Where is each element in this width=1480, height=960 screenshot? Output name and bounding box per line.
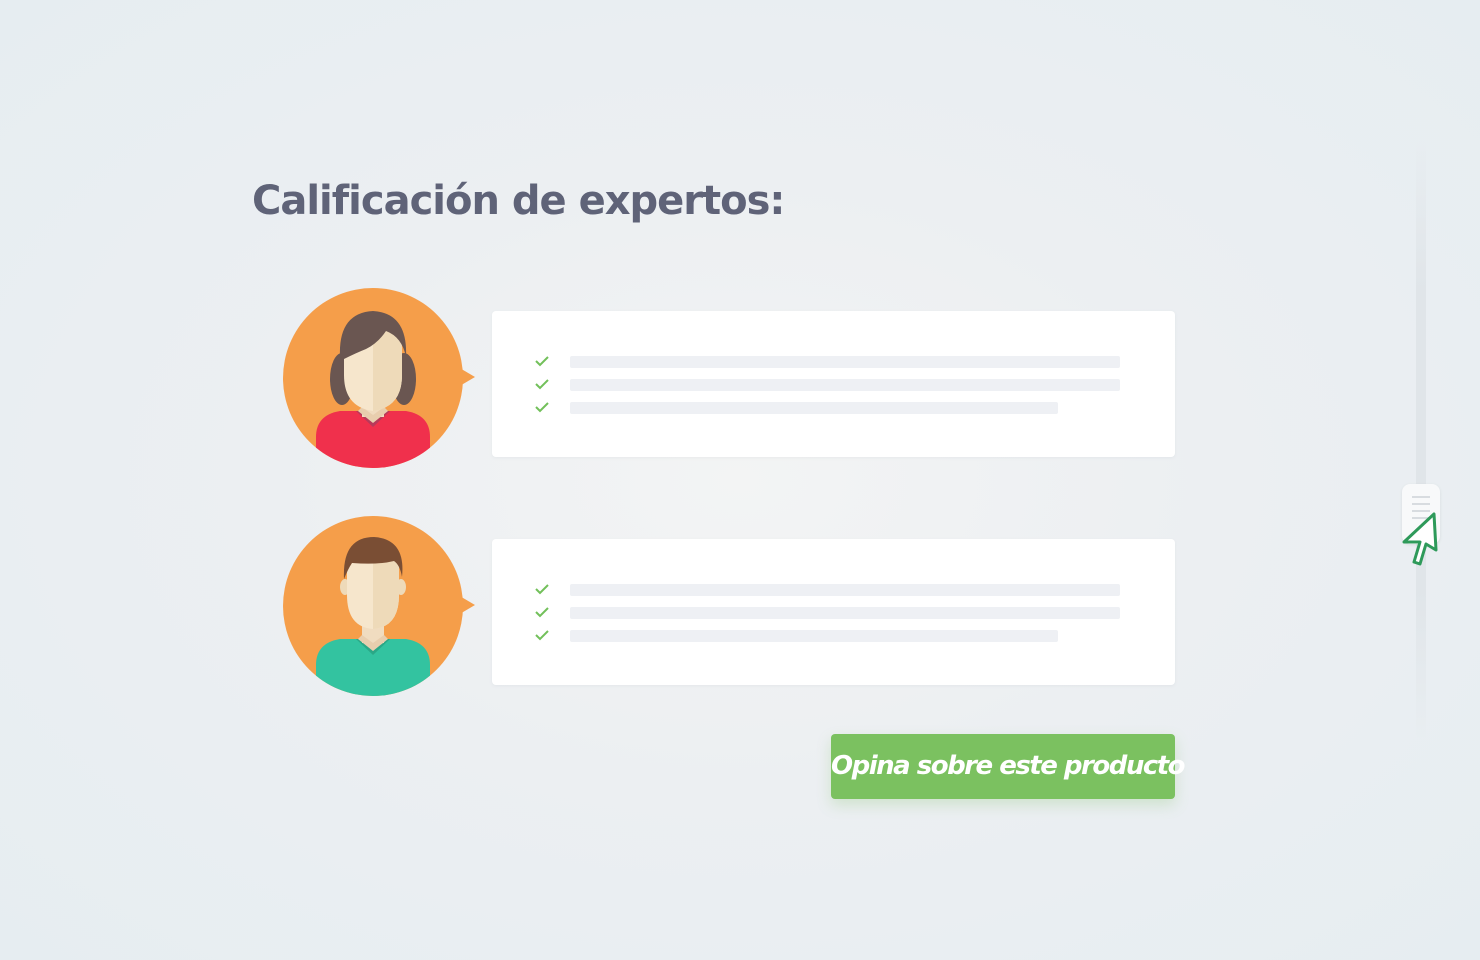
expert-review-row	[282, 515, 1176, 697]
checklist-item	[534, 378, 1134, 392]
scrollbar-track[interactable]	[1416, 140, 1426, 740]
text-placeholder-bar	[570, 379, 1120, 391]
checklist-item	[534, 355, 1134, 369]
check-icon	[535, 607, 549, 618]
female-avatar-icon	[282, 287, 476, 469]
review-card	[492, 311, 1175, 457]
checklist-item	[534, 606, 1134, 620]
check-icon	[535, 379, 549, 390]
text-placeholder-bar	[570, 607, 1120, 619]
review-card	[492, 539, 1175, 685]
grip-line	[1412, 503, 1430, 505]
check-icon	[535, 630, 549, 641]
page-title: Calificación de expertos:	[252, 178, 785, 224]
text-placeholder-bar	[570, 402, 1058, 414]
check-icon	[535, 584, 549, 595]
review-product-button[interactable]: Opina sobre este producto	[831, 734, 1186, 799]
checklist-item	[534, 583, 1134, 597]
male-avatar-icon	[282, 515, 476, 697]
expert-review-row	[282, 287, 1176, 469]
text-placeholder-bar	[570, 584, 1120, 596]
check-icon	[535, 402, 549, 413]
checklist-item	[534, 629, 1134, 643]
checklist-item	[534, 401, 1134, 415]
text-placeholder-bar	[570, 356, 1120, 368]
pointer-cursor-icon	[1398, 510, 1444, 570]
text-placeholder-bar	[570, 630, 1058, 642]
grip-line	[1412, 496, 1430, 498]
check-icon	[535, 356, 549, 367]
